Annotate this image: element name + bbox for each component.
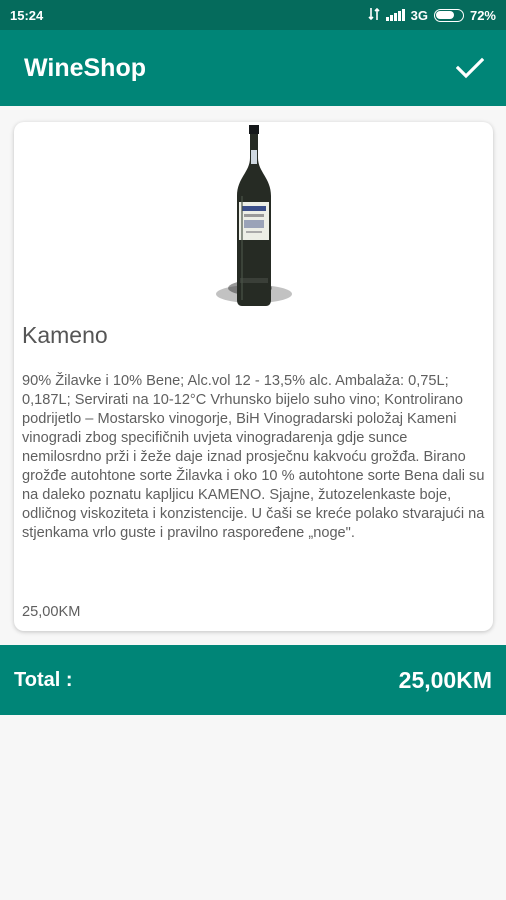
- total-label: Total :: [14, 668, 73, 691]
- data-arrows-icon: [368, 7, 380, 24]
- product-card[interactable]: Kameno 90% Žilavke i 10% Bene; Alc.vol 1…: [14, 122, 493, 631]
- battery-icon: [433, 8, 464, 22]
- confirm-button[interactable]: [452, 50, 488, 86]
- status-time: 15:24: [10, 7, 44, 23]
- checkmark-icon: [456, 57, 484, 79]
- signal-icon: [385, 9, 405, 21]
- product-description: 90% Žilavke i 10% Bene; Alc.vol 12 - 13,…: [22, 373, 485, 541]
- status-indicators: 3G 72%: [368, 7, 496, 24]
- app-title: WineShop: [24, 53, 146, 82]
- battery-percent: 72%: [469, 7, 496, 23]
- product-name: Kameno: [22, 322, 108, 348]
- network-type: 3G: [410, 7, 428, 23]
- app-bar: WineShop: [0, 30, 506, 106]
- total-value: 25,00KM: [398, 666, 492, 693]
- wine-bottle-image: [216, 125, 292, 306]
- status-bar: 15:24 3G 72%: [0, 0, 506, 30]
- product-price: 25,00KM: [22, 604, 81, 620]
- total-bar: Total : 25,00KM: [0, 645, 506, 715]
